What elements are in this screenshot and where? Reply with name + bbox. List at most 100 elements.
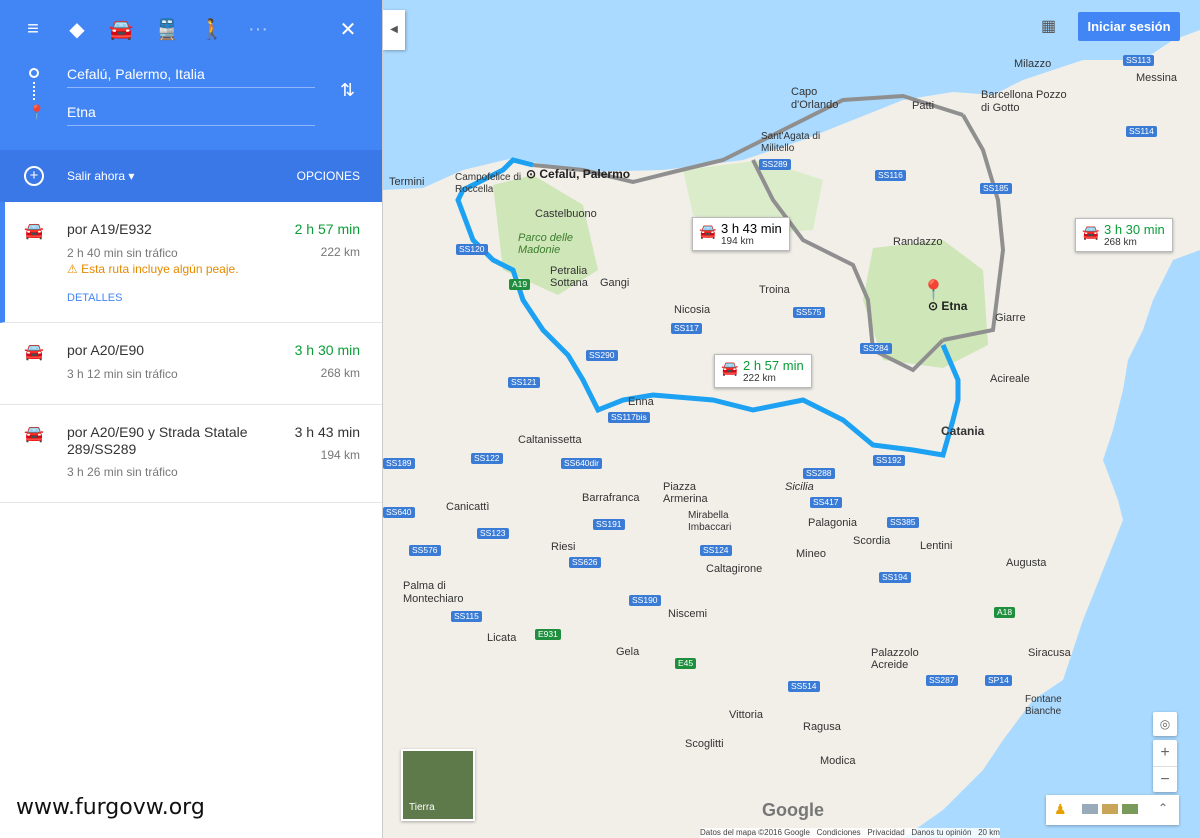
- depart-now-dropdown[interactable]: Salir ahora ▾: [67, 169, 134, 183]
- route-bubble-1[interactable]: 🚘 2 h 57 min 222 km: [714, 354, 812, 388]
- signin-button[interactable]: Iniciar sesión: [1078, 12, 1180, 41]
- route-distance: 222 km: [320, 245, 360, 259]
- terms-link[interactable]: Condiciones: [817, 828, 861, 837]
- road-shield: SS640dir: [561, 458, 602, 469]
- road-shield: SS194: [879, 572, 911, 583]
- options-button[interactable]: OPCIONES: [297, 169, 360, 183]
- transit-mode-icon[interactable]: 🚆: [152, 14, 182, 44]
- earth-label: Tierra: [409, 802, 435, 813]
- place-label: Augusta: [1006, 557, 1047, 569]
- place-label: Troina: [759, 284, 790, 296]
- origin-input[interactable]: Cefalú, Palermo, Italia: [67, 66, 315, 88]
- route-option-1[interactable]: 🚘 por A19/E932 2 h 57 min 222 km 2 h 40 …: [0, 202, 382, 323]
- road-shield: SS576: [409, 545, 441, 556]
- place-label: Niscemi: [668, 608, 708, 620]
- road-shield: SS417: [810, 497, 842, 508]
- destination-pin-icon: 📍: [28, 104, 46, 120]
- road-shield: A19: [509, 279, 531, 290]
- place-label: Scordia: [853, 535, 891, 547]
- zoom-in-button[interactable]: +: [1153, 740, 1177, 766]
- earth-view-toggle[interactable]: Tierra: [401, 749, 475, 821]
- place-label: Capo d'Orlando: [791, 86, 839, 111]
- bubble-distance: 222 km: [743, 373, 776, 384]
- collapse-panel-button[interactable]: ◀: [383, 10, 405, 50]
- road-shield: SS117: [671, 323, 702, 334]
- road-shield: SS191: [593, 519, 625, 530]
- road-shield: SS287: [926, 675, 958, 686]
- route-connector: [33, 82, 35, 100]
- zoom-control: + −: [1153, 740, 1177, 792]
- more-modes-icon[interactable]: ···: [243, 14, 273, 44]
- expand-icon[interactable]: ⌃: [1158, 801, 1168, 815]
- car-icon: 🚘: [24, 223, 44, 240]
- scale-label: 20 km: [978, 828, 1000, 837]
- walk-mode-icon[interactable]: 🚶: [197, 14, 227, 44]
- destination-marker: ⊙ Etna: [928, 299, 968, 313]
- place-label: Piazza Armerina: [663, 481, 708, 505]
- route-distance: 194 km: [320, 448, 360, 462]
- privacy-link[interactable]: Privacidad: [867, 828, 904, 837]
- destination-label: Etna: [941, 299, 968, 313]
- place-label: Vittoria: [729, 709, 764, 721]
- destination-input[interactable]: Etna: [67, 104, 315, 126]
- layer-thumb[interactable]: [1082, 804, 1098, 814]
- menu-icon[interactable]: ≡: [18, 14, 48, 44]
- route-option-2[interactable]: 🚘 por A20/E90 3 h 30 min 268 km 3 h 12 m…: [0, 323, 382, 405]
- place-label: Castelbuono: [535, 208, 597, 220]
- road-shield: SS122: [471, 453, 503, 464]
- route-traffic: 2 h 40 min sin tráfico: [67, 246, 178, 260]
- my-location-icon[interactable]: ◎: [1153, 712, 1177, 736]
- feedback-link[interactable]: Danos tu opinión: [911, 828, 971, 837]
- place-label: Randazzo: [893, 236, 943, 248]
- road-shield: SS288: [803, 468, 835, 479]
- place-label: Enna: [628, 396, 654, 408]
- map[interactable]: Termini Campofelice di Roccella Castelbu…: [383, 0, 1200, 838]
- swap-icon[interactable]: ⇅: [340, 80, 355, 101]
- place-label: Siracusa: [1028, 647, 1071, 659]
- directions-mode-icon[interactable]: ◆: [62, 14, 92, 44]
- layers-control: ♟ ⌃: [1046, 795, 1179, 825]
- car-icon: 🚘: [1082, 224, 1100, 240]
- place-label: Scoglitti: [685, 738, 724, 750]
- road-shield: SP14: [985, 675, 1012, 686]
- road-shield: SS626: [569, 557, 601, 568]
- road-shield: E931: [535, 629, 561, 640]
- departure-bar: + Salir ahora ▾ OPCIONES: [0, 150, 382, 202]
- road-shield: SS514: [788, 681, 820, 692]
- place-label: Gela: [616, 646, 640, 658]
- place-label: Mineo: [796, 548, 826, 560]
- place-label: Acireale: [990, 373, 1030, 385]
- place-label: Parco delle Madonie: [518, 232, 574, 256]
- route-bubble-2[interactable]: 🚘 3 h 43 min 194 km: [692, 217, 790, 251]
- layer-thumb[interactable]: [1122, 804, 1138, 814]
- place-label: Messina: [1136, 72, 1177, 84]
- road-shield: SS121: [508, 377, 540, 388]
- road-shield: SS284: [860, 343, 892, 354]
- route-time: 3 h 43 min: [294, 424, 360, 440]
- road-shield: SS385: [887, 517, 919, 528]
- route-bubble-3[interactable]: 🚘 3 h 30 min 268 km: [1075, 218, 1173, 252]
- details-link[interactable]: DETALLES: [67, 292, 360, 304]
- place-label: Lentini: [920, 540, 953, 552]
- pegman-icon[interactable]: ♟: [1054, 801, 1067, 818]
- car-icon: 🚘: [24, 344, 44, 361]
- layer-thumb[interactable]: [1102, 804, 1118, 814]
- apps-grid-icon[interactable]: ▦: [1041, 16, 1056, 36]
- close-icon[interactable]: ✕: [333, 14, 363, 44]
- place-label: Fontane Bianche: [1025, 694, 1062, 717]
- bubble-distance: 194 km: [721, 236, 754, 247]
- bubble-time: 2 h 57 min: [743, 358, 804, 373]
- car-icon: 🚘: [24, 426, 44, 443]
- zoom-out-button[interactable]: −: [1153, 766, 1177, 792]
- road-shield: SS290: [586, 350, 618, 361]
- place-label: Palazzolo Acreide: [871, 647, 919, 671]
- road-shield: SS185: [980, 183, 1012, 194]
- car-mode-icon[interactable]: 🚘: [106, 14, 136, 44]
- place-label: Caltagirone: [706, 563, 763, 575]
- place-label: Caltanissetta: [518, 434, 582, 446]
- route-option-3[interactable]: 🚘 por A20/E90 y Strada Statale 289/SS289…: [0, 405, 382, 503]
- add-destination-icon[interactable]: +: [24, 166, 44, 186]
- place-label: Licata: [487, 632, 517, 644]
- road-shield: SS289: [759, 159, 791, 170]
- route-distance: 268 km: [320, 366, 360, 380]
